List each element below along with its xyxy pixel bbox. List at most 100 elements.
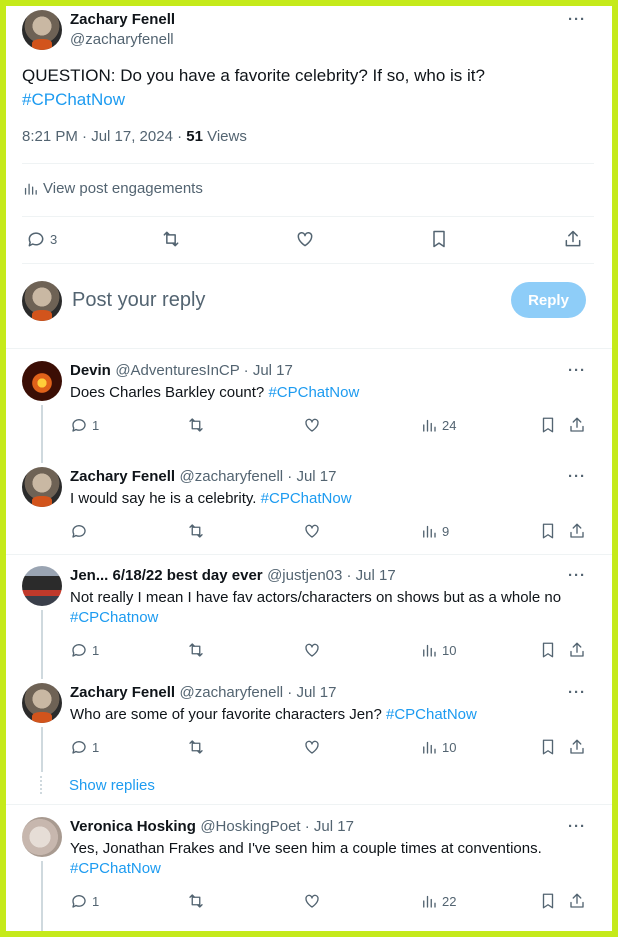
reply-button[interactable]: 3 — [26, 229, 57, 249]
reply-author-name[interactable]: Jen... 6/18/22 best day ever — [70, 567, 263, 584]
heart-icon — [305, 418, 319, 432]
reply-hashtag[interactable]: #CPChatNow — [70, 860, 161, 877]
reply-count: 1 — [92, 417, 100, 433]
share-button[interactable] — [568, 641, 586, 659]
post-time[interactable]: 8:21 PM · Jul 17, 2024 · — [22, 128, 186, 145]
heart-icon — [297, 231, 313, 247]
share-icon — [570, 739, 584, 754]
post-text: QUESTION: Do you have a favorite celebri… — [22, 64, 592, 112]
analytics-icon — [24, 183, 37, 195]
reply-author-handle[interactable]: @zacharyfenell · Jul 17 — [180, 684, 337, 701]
reply-hashtag[interactable]: #CPChatNow — [386, 706, 477, 723]
reply-text: Who are some of your favorite characters… — [70, 705, 590, 725]
more-options-icon[interactable]: ··· — [568, 11, 586, 28]
bookmark-button[interactable] — [539, 892, 557, 910]
reply-button[interactable]: 1 — [70, 738, 99, 756]
avatar[interactable] — [22, 566, 62, 606]
author-name[interactable]: Zachary Fenell — [70, 11, 175, 28]
bookmark-button[interactable] — [539, 738, 557, 756]
divider — [22, 263, 594, 264]
avatar[interactable] — [22, 817, 62, 857]
repost-button[interactable] — [187, 416, 205, 434]
share-button[interactable] — [568, 522, 586, 540]
divider — [6, 348, 612, 349]
repost-button[interactable] — [187, 641, 205, 659]
post-hashtag[interactable]: #CPChatNow — [22, 90, 125, 109]
reply-icon — [72, 525, 86, 538]
repost-button[interactable] — [187, 892, 205, 910]
reply-hashtag[interactable]: #CPChatnow — [70, 609, 158, 626]
thread-line — [41, 861, 43, 931]
repost-button[interactable] — [187, 738, 205, 756]
more-options-icon[interactable]: ··· — [568, 684, 586, 701]
author-handle[interactable]: @zacharyfenell — [70, 31, 174, 48]
reply-button[interactable] — [70, 522, 92, 540]
reply-submit-button[interactable]: Reply — [511, 282, 586, 318]
bookmark-button[interactable] — [539, 522, 557, 540]
avatar[interactable] — [22, 467, 62, 507]
bookmark-button[interactable] — [429, 229, 449, 249]
views-count: 10 — [442, 642, 457, 658]
more-options-icon[interactable]: ··· — [568, 567, 586, 584]
reply-header: Veronica Hosking @HoskingPoet · Jul 17 — [70, 818, 354, 836]
avatar[interactable] — [22, 10, 62, 50]
share-button[interactable] — [563, 229, 583, 249]
avatar[interactable] — [22, 683, 62, 723]
show-replies-link[interactable]: Show replies — [69, 777, 155, 794]
like-button[interactable] — [295, 229, 315, 249]
reply-button[interactable]: 1 — [70, 641, 99, 659]
like-button[interactable] — [303, 738, 321, 756]
like-button[interactable] — [303, 522, 321, 540]
reply-hashtag[interactable]: #CPChatNow — [268, 384, 359, 401]
reply-author-name[interactable]: Devin — [70, 362, 111, 379]
reply-hashtag[interactable]: #CPChatNow — [261, 490, 352, 507]
repost-icon — [163, 231, 179, 247]
views-button[interactable]: 10 — [420, 738, 456, 756]
reply-button[interactable]: 1 — [70, 416, 99, 434]
engagements-label: View post engagements — [43, 180, 203, 197]
thread-line — [41, 727, 43, 772]
share-icon — [570, 523, 584, 538]
more-options-icon[interactable]: ··· — [568, 468, 586, 485]
heart-icon — [305, 643, 319, 657]
views-button[interactable]: 9 — [420, 522, 449, 540]
reply-icon — [72, 895, 86, 908]
reply-author-name[interactable]: Zachary Fenell — [70, 684, 175, 701]
reply-text: I would say he is a celebrity. #CPChatNo… — [70, 489, 590, 509]
reply-author-name[interactable]: Zachary Fenell — [70, 468, 175, 485]
like-button[interactable] — [303, 892, 321, 910]
more-options-icon[interactable]: ··· — [568, 362, 586, 379]
share-button[interactable] — [568, 892, 586, 910]
reply-icon — [72, 419, 86, 432]
reply-header: Zachary Fenell @zacharyfenell · Jul 17 — [70, 468, 336, 486]
reply-header: Devin @AdventuresInCP · Jul 17 — [70, 362, 293, 380]
thread-line — [41, 610, 43, 679]
reply-author-handle[interactable]: @justjen03 · Jul 17 — [267, 567, 396, 584]
reply-author-handle[interactable]: @zacharyfenell · Jul 17 — [180, 468, 337, 485]
more-options-icon[interactable]: ··· — [568, 818, 586, 835]
views-button[interactable]: 24 — [420, 416, 456, 434]
reply-icon — [28, 232, 44, 247]
share-button[interactable] — [568, 416, 586, 434]
divider — [6, 554, 612, 555]
share-button[interactable] — [568, 738, 586, 756]
reply-button[interactable]: 1 — [70, 892, 99, 910]
reply-author-handle[interactable]: @AdventuresInCP · Jul 17 — [115, 362, 293, 379]
like-button[interactable] — [303, 641, 321, 659]
bookmark-button[interactable] — [539, 416, 557, 434]
view-engagements-link[interactable]: View post engagements — [22, 180, 203, 197]
bookmark-icon — [542, 417, 554, 433]
repost-button[interactable] — [161, 229, 181, 249]
bookmark-button[interactable] — [539, 641, 557, 659]
like-button[interactable] — [303, 416, 321, 434]
reply-input[interactable]: Post your reply — [72, 289, 205, 312]
divider — [22, 163, 594, 164]
reply-author-handle[interactable]: @HoskingPoet · Jul 17 — [200, 818, 354, 835]
reply-author-name[interactable]: Veronica Hosking — [70, 818, 196, 835]
views-button[interactable]: 10 — [420, 641, 456, 659]
reply-text: Does Charles Barkley count? #CPChatNow — [70, 383, 590, 403]
views-button[interactable]: 22 — [420, 892, 456, 910]
repost-button[interactable] — [187, 522, 205, 540]
reply-count: 1 — [92, 739, 100, 755]
avatar[interactable] — [22, 361, 62, 401]
